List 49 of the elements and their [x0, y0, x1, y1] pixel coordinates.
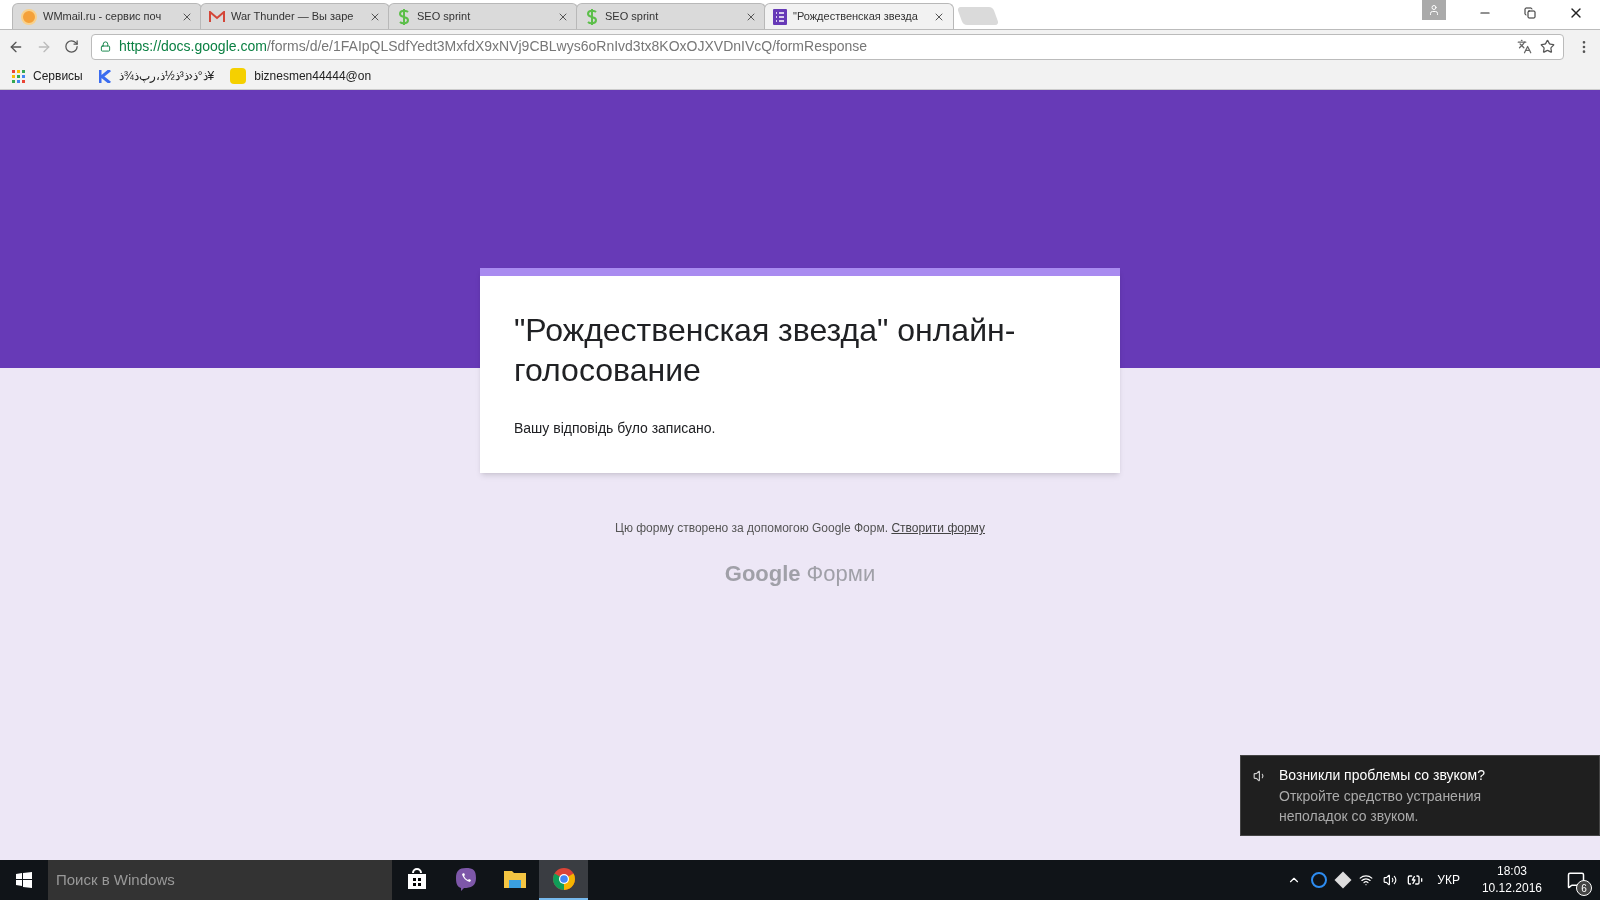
- dollar-icon: [585, 8, 599, 25]
- tab-title: SEO sprint: [417, 9, 472, 25]
- tab-title: WMmail.ru - сервис поч: [43, 9, 163, 25]
- k-logo-icon: [98, 69, 111, 83]
- person-icon: [1428, 4, 1440, 16]
- folder-icon: [502, 869, 527, 889]
- browser-tab[interactable]: "Рождественская звезда: [764, 3, 954, 29]
- ua-flag-icon: [230, 68, 247, 84]
- create-form-link[interactable]: Створити форму: [891, 521, 985, 535]
- apps-grid-icon: [12, 69, 25, 83]
- volume-icon[interactable]: [1383, 873, 1398, 887]
- lock-icon: [100, 41, 111, 52]
- browser-tab[interactable]: War Thunder — Вы заре: [200, 3, 390, 29]
- notification-count-badge: 6: [1576, 880, 1592, 896]
- bookmark-star-icon[interactable]: [1540, 39, 1555, 54]
- taskbar-search-field[interactable]: Поиск в Windows: [48, 860, 392, 900]
- url-text: https://docs.google.com/forms/d/e/1FAIpQLSdfYedt3MxfdX9xNVj9CBLwys6oRnIvd3tx8KOxOJXVDnIVcQ/formResponse: [119, 37, 869, 56]
- tab-title: SEO sprint: [605, 9, 660, 25]
- browser-tab[interactable]: WMmail.ru - сервис поч: [12, 3, 202, 29]
- forms-logo: Google Форми: [724, 560, 876, 588]
- battery-icon[interactable]: [1407, 872, 1424, 888]
- tab-title: War Thunder — Вы заре: [231, 9, 355, 25]
- windows-logo-icon: [16, 872, 32, 888]
- notification-body: Откройте средство устранения неполадок со звуком.: [1279, 787, 1483, 826]
- bookmark-item[interactable]: Сервисы: [12, 67, 83, 85]
- browser-tab[interactable]: SEO sprint: [388, 3, 578, 29]
- taskbar-app-button[interactable]: [539, 860, 588, 900]
- reload-icon[interactable]: [64, 39, 79, 54]
- envelope-m-icon: [209, 10, 225, 23]
- phone-bubble-icon: [453, 867, 478, 891]
- dollar-icon: [397, 8, 411, 25]
- restore-icon[interactable]: [1524, 7, 1536, 19]
- chrome-icon: [551, 867, 576, 891]
- language-indicator[interactable]: УКР: [1433, 871, 1464, 889]
- notification-title: Возникли проблемы со звуком?: [1279, 766, 1487, 785]
- shopping-bag-icon: [405, 868, 428, 890]
- form-list-icon: [773, 8, 787, 25]
- ring-logo-icon: [21, 8, 37, 25]
- bookmark-item[interactable]: ﺫ°ﺫ‹ﺫ³ﺫ½ﺫ،ﺭﭖﺫ¾ﺫ¥: [98, 67, 215, 85]
- footer-text: Цю форму створено за допомогою Google Форм. Створити форму: [615, 520, 985, 537]
- address-field[interactable]: https://docs.google.com/forms/d/e/1FAIpQLSdfYedt3MxfdX9xNVj9CBLwys6oRnIvd3tx8KOxOJXVDnIVcQ/formResponse: [91, 33, 1564, 60]
- tab-title: "Рождественская звезда: [793, 9, 919, 25]
- form-title: "Рождественская звезда" онлайн-голосование: [514, 311, 1017, 390]
- clock[interactable]: 18:03 10.12.2016: [1473, 863, 1550, 897]
- browser-tab[interactable]: SEO sprint: [576, 3, 766, 29]
- confirmation-message: Вашу відповідь було записано.: [514, 419, 717, 438]
- bookmark-item[interactable]: biznesmen44444@on: [230, 67, 372, 85]
- translate-icon[interactable]: [1517, 39, 1532, 54]
- wifi-icon[interactable]: [1359, 873, 1374, 887]
